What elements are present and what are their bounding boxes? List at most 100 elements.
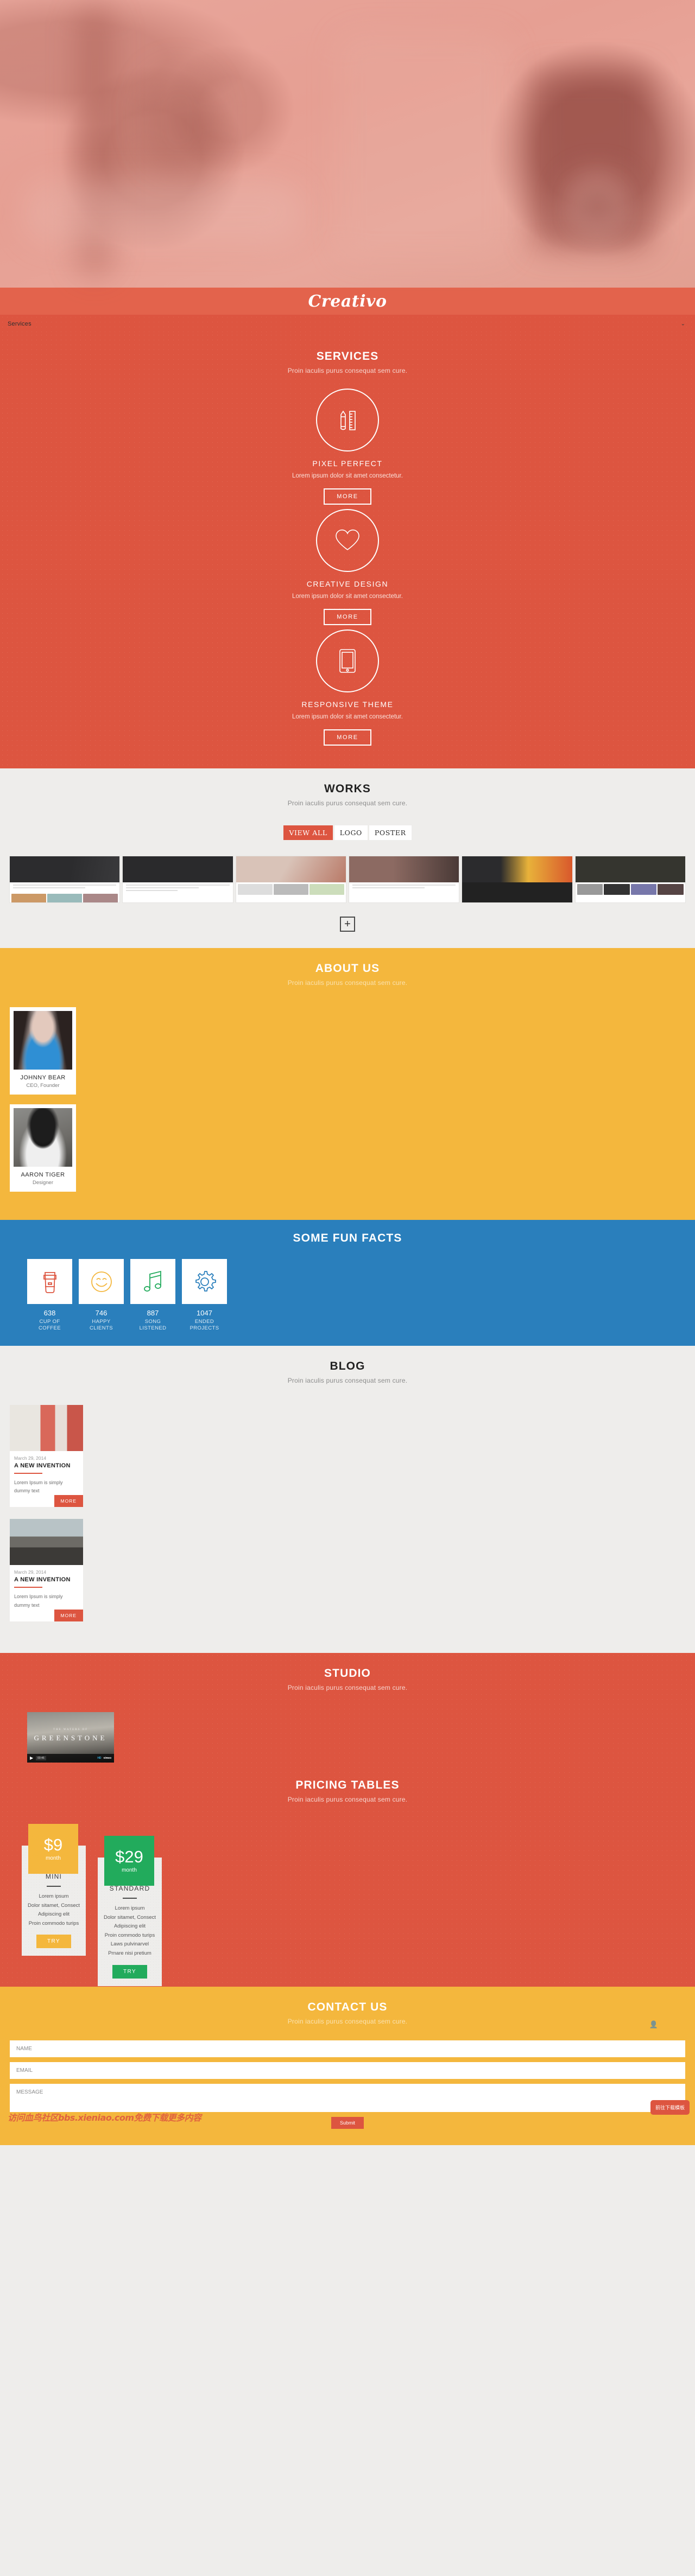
team-member-card[interactable]: AARON TIGER Designer — [10, 1104, 76, 1192]
service-more-button[interactable]: MORE — [324, 488, 371, 505]
work-thumbnail[interactable] — [236, 856, 346, 902]
page-title: CONTACT US — [307, 2000, 388, 2013]
blog-header: BLOG Proin iaculis purus consequat sem c… — [0, 1360, 695, 1384]
post-title[interactable]: A NEW INVENTION — [14, 1462, 79, 1469]
video-time: 00:46 — [36, 1756, 46, 1760]
filter-logo[interactable]: LOGO — [334, 825, 368, 840]
team-member-role: Designer — [32, 1180, 54, 1186]
services-header: SERVICES Proin iaculis purus consequat s… — [0, 350, 695, 374]
blog-post-list: March 29, 2014 A NEW INVENTION Lorem Ips… — [0, 1404, 695, 1621]
post-more-button[interactable]: MORE — [54, 1609, 83, 1621]
brand-bar: Creativo — [0, 288, 695, 315]
services-list: PIXEL PERFECT Lorem ipsum dolor sit amet… — [0, 389, 695, 746]
plan-price: $29 — [115, 1847, 143, 1866]
hd-badge[interactable]: HD — [97, 1757, 101, 1760]
avatar — [14, 1011, 72, 1070]
work-thumbnail[interactable] — [575, 856, 685, 902]
divider — [47, 1885, 61, 1887]
divider — [14, 1587, 42, 1588]
service-more-button[interactable]: MORE — [324, 729, 371, 746]
fact-label: HAPPY CLIENTS — [90, 1319, 113, 1331]
hero-banner — [0, 0, 695, 288]
plan-try-button[interactable]: TRY — [112, 1964, 148, 1979]
plan-name: STANDARD — [109, 1884, 150, 1892]
post-excerpt: Lorem Ipsum is simply dummy text — [14, 1594, 63, 1608]
page-title: SOME FUN FACTS — [293, 1232, 402, 1244]
avatar — [14, 1108, 72, 1167]
studio-video-player[interactable]: THE WATERS OF GREENSTONE ▶ 00:46 HD vime… — [27, 1712, 114, 1763]
about-section: ABOUT US Proin iaculis purus consequat s… — [0, 948, 695, 1220]
video-controls: ▶ 00:46 HD vimeo — [27, 1753, 114, 1763]
contact-header: CONTACT US Proin iaculis purus consequat… — [0, 2001, 695, 2025]
page-title: BLOG — [330, 1359, 365, 1372]
landing-page: Creativo Services ⌄ SERVICES Proin iacul… — [0, 0, 695, 2145]
section-subtitle: Proin iaculis purus consequat sem cure. — [287, 1795, 408, 1803]
service-name: CREATIVE DESIGN — [306, 580, 389, 588]
plan-period: month — [46, 1855, 61, 1861]
fact-label: CUP OF COFFEE — [39, 1319, 61, 1331]
service-description: Lorem ipsum dolor sit amet consectetur. — [292, 593, 403, 600]
fact-value: 1047 — [197, 1309, 212, 1317]
service-more-button[interactable]: MORE — [324, 609, 371, 625]
email-field[interactable] — [10, 2062, 685, 2079]
service-card: CREATIVE DESIGN Lorem ipsum dolor sit am… — [0, 509, 695, 625]
blog-section: BLOG Proin iaculis purus consequat sem c… — [0, 1345, 695, 1653]
fact-item: 746 HAPPY CLIENTS — [79, 1259, 124, 1332]
video-overline: THE WATERS OF — [53, 1728, 88, 1731]
service-card: PIXEL PERFECT Lorem ipsum dolor sit amet… — [0, 389, 695, 505]
fact-label: ENDED PROJECTS — [189, 1319, 219, 1331]
work-thumbnail[interactable] — [10, 856, 120, 902]
name-field[interactable] — [10, 2040, 685, 2057]
message-field[interactable] — [10, 2083, 685, 2112]
video-title: GREENSTONE — [34, 1733, 108, 1742]
hero-blur-shape — [141, 65, 217, 174]
post-title[interactable]: A NEW INVENTION — [14, 1576, 79, 1583]
plan-features: Lorem ipsum Dolor sitamet, Consect Adipi… — [27, 1893, 80, 1926]
fact-item: 1047 ENDED PROJECTS — [182, 1259, 227, 1332]
works-header: WORKS Proin iaculis purus consequat sem … — [0, 783, 695, 807]
team-member-role: CEO, Founder — [26, 1083, 60, 1089]
gear-icon — [182, 1259, 227, 1304]
work-thumbnail[interactable] — [123, 856, 233, 902]
site-logo[interactable]: Creativo — [308, 292, 387, 311]
service-name: PIXEL PERFECT — [312, 459, 383, 468]
facts-list: 638 CUP OF COFFEE 746 HAPPY CLIENTS 887 … — [0, 1259, 695, 1332]
works-gallery — [0, 856, 695, 902]
work-thumbnail[interactable] — [462, 856, 572, 902]
work-thumbnail[interactable] — [349, 856, 459, 902]
coffee-cup-icon — [27, 1259, 72, 1304]
pricing-header: PRICING TABLES Proin iaculis purus conse… — [0, 1779, 695, 1803]
play-icon[interactable]: ▶ — [30, 1756, 33, 1760]
chevron-down-icon[interactable]: ⌄ — [681, 321, 685, 327]
filter-poster[interactable]: POSTER — [369, 825, 412, 840]
plan-price-badge: $9 month — [28, 1823, 78, 1874]
heart-icon — [316, 509, 379, 572]
page-title: SERVICES — [316, 350, 379, 362]
post-more-button[interactable]: MORE — [54, 1495, 83, 1508]
filter-view-all[interactable]: VIEW ALL — [283, 825, 333, 840]
pencil-icon: ✎ — [650, 2068, 657, 2077]
team-list: JOHNNY BEAR CEO, Founder AARON TIGER Des… — [0, 1007, 695, 1192]
plan-try-button[interactable]: TRY — [36, 1935, 72, 1949]
section-subtitle: Proin iaculis purus consequat sem cure. — [287, 1376, 408, 1384]
load-more-works-button[interactable]: + — [340, 917, 355, 932]
divider — [123, 1897, 137, 1899]
fun-facts-section: SOME FUN FACTS 638 CUP OF COFFEE 746 HAP… — [0, 1220, 695, 1346]
person-icon: 👤 — [649, 2020, 658, 2028]
pricing-plans: $9 month MINI Lorem ipsum Dolor sitamet,… — [0, 1823, 695, 1987]
tablet-icon — [316, 629, 379, 692]
fact-value: 638 — [43, 1309, 56, 1317]
post-date: March 29, 2014 — [14, 1569, 47, 1575]
submit-button[interactable]: Submit — [331, 2116, 364, 2129]
download-template-button[interactable]: 前往下载模板 — [650, 2100, 690, 2115]
post-thumbnail — [10, 1404, 83, 1451]
pricing-section: PRICING TABLES Proin iaculis purus conse… — [0, 1763, 695, 1987]
vimeo-logo[interactable]: vimeo — [104, 1757, 111, 1760]
service-card: RESPONSIVE THEME Lorem ipsum dolor sit a… — [0, 629, 695, 746]
page-title: ABOUT US — [315, 962, 380, 975]
fact-value: 887 — [147, 1309, 159, 1317]
section-subtitle: Proin iaculis purus consequat sem cure. — [287, 1683, 408, 1691]
team-member-card[interactable]: JOHNNY BEAR CEO, Founder — [10, 1007, 76, 1095]
plan-period: month — [122, 1867, 137, 1873]
nav-item-services[interactable]: Services — [8, 321, 31, 327]
